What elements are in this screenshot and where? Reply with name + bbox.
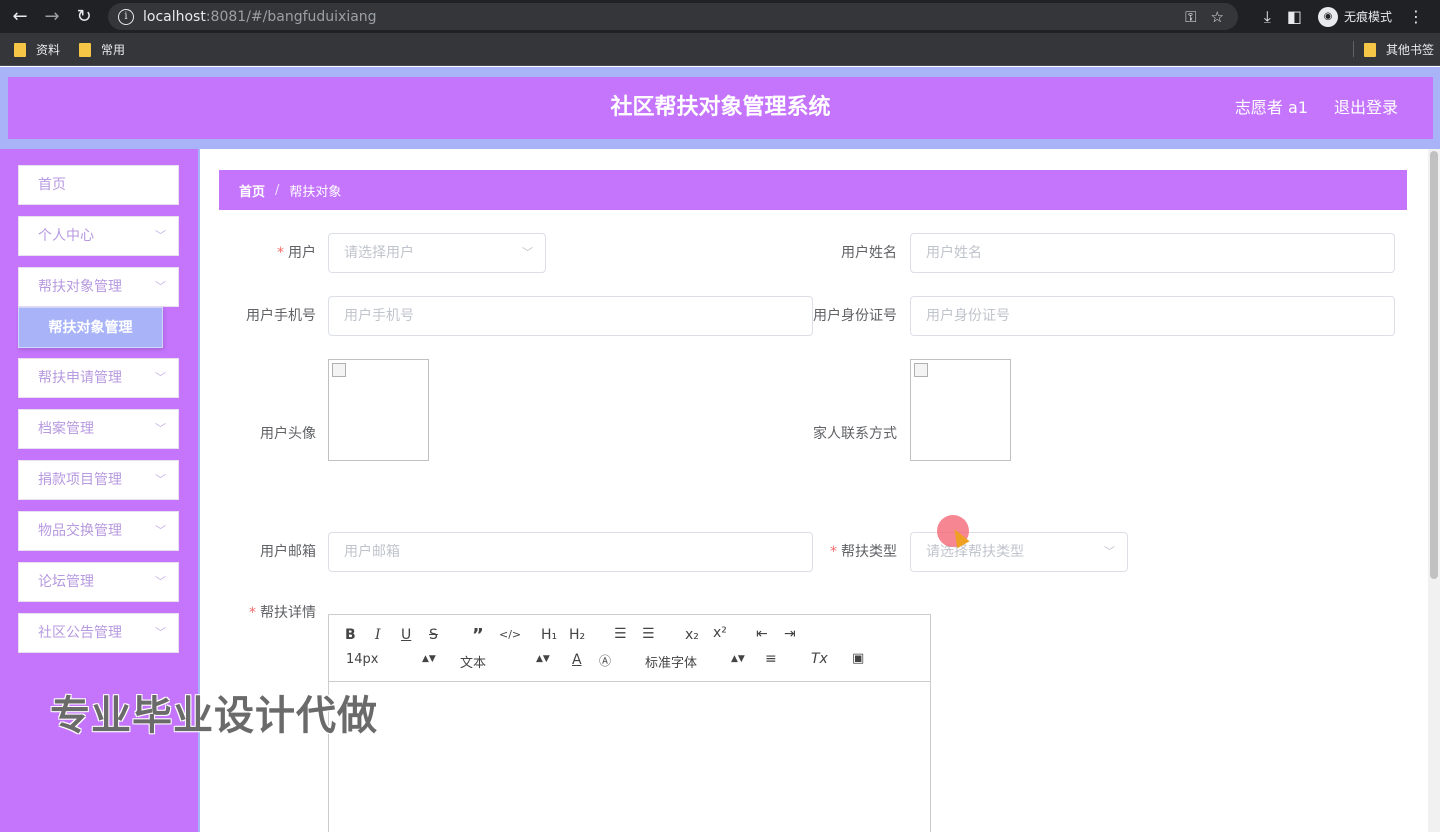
user-select[interactable]: 请选择用户 ﹀	[328, 233, 546, 273]
broken-image-icon	[914, 363, 928, 377]
logout-link[interactable]: 退出登录	[1334, 77, 1398, 139]
chevron-down-icon: ﹀	[155, 422, 166, 435]
italic-icon[interactable]: I	[375, 627, 381, 643]
scrollbar-thumb[interactable]	[1430, 151, 1438, 579]
url-text[interactable]: localhost:8081/#/bangfuduixiang	[143, 9, 377, 25]
download-icon[interactable]: ⤓	[1264, 7, 1271, 27]
user-id-card-label: 用户身份证号	[813, 308, 897, 324]
key-icon[interactable]: ⚿	[1185, 8, 1196, 26]
page-scrollbar[interactable]	[1428, 149, 1440, 832]
superscript-icon[interactable]: x²	[713, 625, 727, 641]
chevron-down-icon: ﹀	[155, 371, 166, 384]
reload-icon[interactable]: ↻	[68, 1, 100, 33]
menu-kebab-icon[interactable]: ⋮	[1408, 7, 1424, 26]
sidebar-item-personal-center[interactable]: 个人中心 ﹀	[18, 216, 179, 256]
sidebar-item-notice[interactable]: 社区公告管理 ﹀	[18, 613, 179, 653]
sidebar-item-donation[interactable]: 捐款项目管理 ﹀	[18, 460, 179, 500]
aid-type-label: * 帮扶类型	[830, 544, 897, 560]
sidebar-item-aid-target[interactable]: 帮扶对象管理 ﹀	[18, 267, 179, 307]
user-avatar-image[interactable]	[328, 359, 429, 461]
side-panel-icon[interactable]: ◧	[1287, 7, 1302, 26]
incognito-label: 无痕模式	[1343, 10, 1392, 24]
outdent-icon[interactable]: ⇤	[756, 626, 768, 642]
user-name-label: 用户姓名	[841, 245, 897, 261]
header-1-icon[interactable]: H₁	[541, 627, 557, 643]
sidebar-item-item-exchange[interactable]: 物品交换管理 ﹀	[18, 511, 179, 551]
font-color-icon[interactable]: A	[572, 652, 582, 668]
aid-detail-label: * 帮扶详情	[249, 605, 316, 621]
incognito-icon: ◉	[1317, 6, 1338, 27]
family-contact-image[interactable]	[910, 359, 1011, 461]
bookmarks-bar: 资料 常用 其他书签	[0, 33, 1440, 66]
chevron-down-icon: ﹀	[155, 524, 166, 537]
blockquote-icon[interactable]: ”	[472, 625, 484, 646]
user-id-card-input[interactable]: 用户身份证号	[910, 296, 1395, 336]
indent-icon[interactable]: ⇥	[784, 626, 796, 642]
header-2-icon[interactable]: H₂	[569, 627, 585, 643]
breadcrumb-separator: /	[275, 182, 280, 198]
strikethrough-icon[interactable]: S	[429, 627, 438, 643]
chevron-down-icon: ﹀	[155, 229, 166, 242]
user-label: * 用户	[277, 245, 316, 261]
folder-icon	[1364, 42, 1376, 57]
bookmark-folder[interactable]: 资料	[14, 41, 60, 58]
folder-icon	[79, 42, 91, 57]
paragraph-select[interactable]: 文本 ▲▼	[460, 652, 550, 671]
sidebar-item-aid-application[interactable]: 帮扶申请管理 ﹀	[18, 358, 179, 398]
star-icon[interactable]: ☆	[1211, 8, 1224, 26]
browser-toolbar: ← → ↻ i localhost:8081/#/bangfuduixiang …	[0, 0, 1440, 33]
sidebar-item-forum[interactable]: 论坛管理 ﹀	[18, 562, 179, 602]
submenu-item-aid-target[interactable]: 帮扶对象管理	[18, 307, 163, 348]
up-down-icon: ▲▼	[422, 654, 436, 664]
editor-toolbar: B I U S ” </> H₁ H₂ ☰ ☰ x₂ x² ⇤ ⇥ 14px ▲…	[329, 615, 930, 682]
font-family-select[interactable]: 标准字体 ▲▼	[645, 652, 745, 671]
background-color-icon[interactable]: Ⓐ	[599, 652, 611, 669]
app-header: 社区帮扶对象管理系统 志愿者 a1 退出登录	[8, 77, 1433, 139]
chevron-down-icon: ﹀	[155, 575, 166, 588]
subscript-icon[interactable]: x₂	[685, 627, 699, 643]
up-down-icon: ▲▼	[536, 654, 550, 664]
breadcrumb-home[interactable]: 首页	[239, 181, 265, 200]
bullet-list-icon[interactable]: ☰	[642, 626, 655, 642]
sidebar-item-archive[interactable]: 档案管理 ﹀	[18, 409, 179, 449]
bold-icon[interactable]: B	[345, 627, 356, 643]
family-contact-label: 家人联系方式	[813, 426, 897, 442]
incognito-badge[interactable]: ◉ 无痕模式	[1317, 6, 1392, 27]
folder-icon	[14, 42, 26, 57]
user-email-label: 用户邮箱	[260, 544, 316, 560]
sidebar-item-home[interactable]: 首页	[18, 165, 179, 205]
site-info-icon[interactable]: i	[118, 8, 134, 25]
chevron-down-icon: ﹀	[522, 246, 533, 259]
user-phone-input[interactable]: 用户手机号	[328, 296, 813, 336]
current-user: 志愿者 a1	[1234, 98, 1308, 117]
bookmark-folder[interactable]: 常用	[79, 41, 125, 58]
app-title: 社区帮扶对象管理系统	[610, 95, 831, 120]
rich-text-editor[interactable]: B I U S ” </> H₁ H₂ ☰ ☰ x₂ x² ⇤ ⇥ 14px ▲…	[328, 614, 931, 832]
user-email-input[interactable]: 用户邮箱	[328, 532, 813, 572]
chevron-down-icon: ﹀	[1104, 545, 1115, 558]
user-name-input[interactable]: 用户姓名	[910, 233, 1395, 273]
broken-image-icon	[332, 363, 346, 377]
back-arrow-icon[interactable]: ←	[4, 1, 36, 33]
user-phone-label: 用户手机号	[246, 308, 316, 324]
other-bookmarks[interactable]: 其他书签	[1364, 41, 1434, 58]
ordered-list-icon[interactable]: ☰	[614, 626, 627, 642]
breadcrumb-current: 帮扶对象	[289, 184, 342, 200]
breadcrumb: 首页 / 帮扶对象	[219, 170, 1407, 210]
image-icon[interactable]: ▣	[852, 651, 864, 666]
user-avatar-label: 用户头像	[260, 426, 316, 442]
code-block-icon[interactable]: </>	[499, 628, 521, 641]
up-down-icon: ▲▼	[731, 654, 745, 664]
underline-icon[interactable]: U	[401, 627, 411, 643]
chevron-down-icon: ﹀	[155, 626, 166, 639]
watermark-text: 专业毕业设计代做	[50, 693, 378, 739]
address-bar[interactable]: i localhost:8081/#/bangfuduixiang ⚿ ☆	[108, 3, 1238, 30]
chevron-down-icon: ﹀	[155, 473, 166, 486]
clear-format-icon[interactable]: Tx	[811, 651, 828, 667]
align-icon[interactable]: ≡	[765, 651, 777, 667]
chevron-up-icon: ﹀	[155, 280, 166, 293]
forward-arrow-icon[interactable]: →	[36, 1, 68, 33]
font-size-select[interactable]: 14px ▲▼	[346, 652, 436, 667]
bookmark-divider	[1353, 41, 1354, 57]
